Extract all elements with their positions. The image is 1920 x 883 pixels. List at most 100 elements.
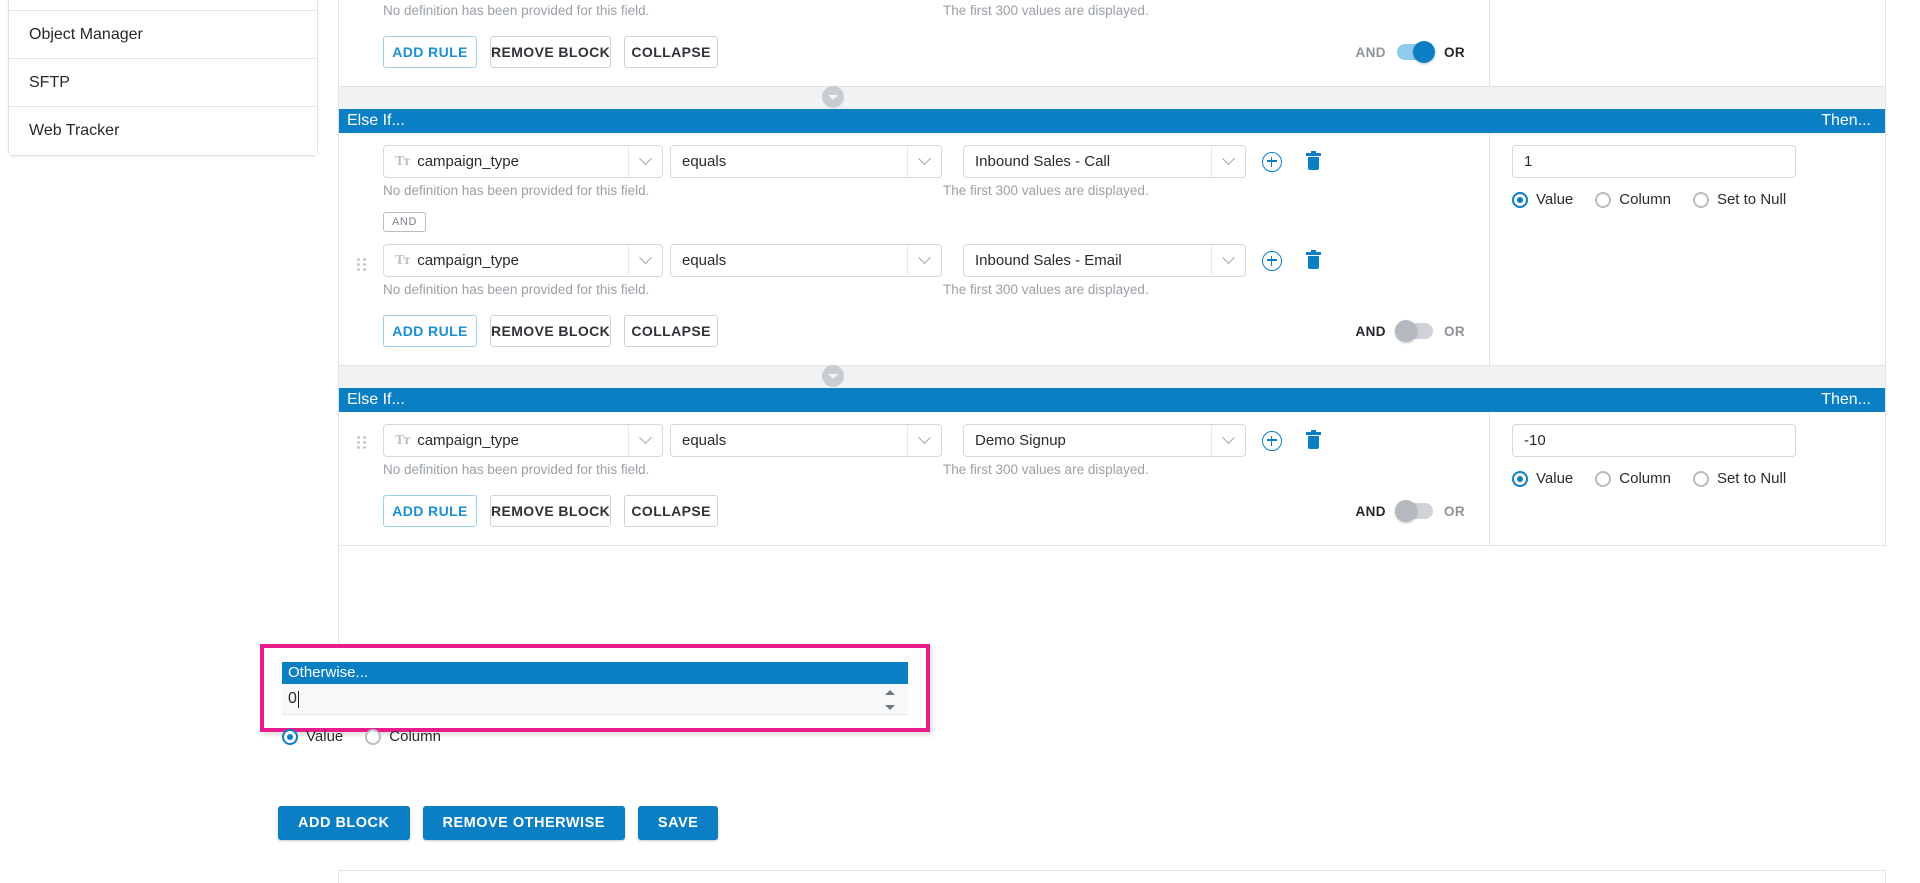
- add-rule-button[interactable]: ADD RULE: [383, 36, 477, 68]
- field-definition-hint: No definition has been provided for this…: [383, 462, 650, 477]
- field-select-value: campaign_type: [417, 252, 519, 269]
- then-value-input[interactable]: 1: [1512, 145, 1796, 178]
- chevron-down-icon[interactable]: [628, 245, 662, 276]
- add-block-button[interactable]: ADD BLOCK: [278, 806, 410, 840]
- sidebar-item-label: Web Tracker: [29, 122, 120, 139]
- chevron-down-icon[interactable]: [628, 425, 662, 456]
- delete-condition-button[interactable]: [1298, 150, 1321, 170]
- remove-block-button[interactable]: REMOVE BLOCK: [490, 36, 612, 68]
- radio-label: Value: [1536, 191, 1574, 208]
- rule-block-else-if-2: Else If... Then... Tᴛ campaign_type equa…: [338, 388, 1886, 546]
- toggle-and-label: AND: [1355, 503, 1386, 519]
- radio-option-column[interactable]: Column: [365, 728, 441, 745]
- otherwise-value-input[interactable]: 0: [282, 684, 908, 715]
- value-select[interactable]: Demo Signup: [963, 424, 1246, 457]
- else-if-label: Else If...: [347, 391, 405, 408]
- sidebar-item-object-manager[interactable]: Object Manager: [9, 11, 317, 59]
- chevron-down-icon[interactable]: [907, 425, 941, 456]
- radio-icon: [1512, 470, 1528, 487]
- operator-select[interactable]: equals: [670, 244, 942, 277]
- condition-column: No definition has been provided for this…: [339, 0, 1490, 86]
- sidebar-nav: Object Manager SFTP Web Tracker: [8, 0, 318, 156]
- remove-block-button[interactable]: REMOVE BLOCK: [490, 495, 612, 527]
- then-column: -10 Value Column Set to Null: [1490, 412, 1885, 545]
- radio-option-value[interactable]: Value: [282, 728, 343, 745]
- then-value-text: -10: [1524, 432, 1546, 449]
- rule-builder-panel: No definition has been provided for this…: [338, 0, 1886, 546]
- and-or-toggle[interactable]: [1394, 500, 1433, 522]
- add-condition-button[interactable]: [1262, 250, 1282, 271]
- chevron-down-icon[interactable]: [822, 365, 844, 387]
- text-type-icon: Tᴛ: [395, 153, 410, 169]
- sidebar-item-sftp[interactable]: SFTP: [9, 59, 317, 107]
- add-condition-button[interactable]: [1262, 430, 1282, 451]
- remove-block-button[interactable]: REMOVE BLOCK: [490, 315, 612, 347]
- condition-column: Tᴛ campaign_type equals Demo Signup No d…: [339, 412, 1490, 545]
- block-button-row: ADD RULE REMOVE BLOCK COLLAPSE AND OR: [339, 18, 1489, 86]
- then-mode-radio-group: Value Column Set to Null: [1512, 191, 1885, 208]
- collapse-button[interactable]: COLLAPSE: [624, 495, 719, 527]
- collapse-button[interactable]: COLLAPSE: [624, 315, 719, 347]
- save-button[interactable]: SAVE: [637, 806, 719, 840]
- plus-circle-icon: [1262, 430, 1282, 451]
- toggle-and-label: AND: [1355, 44, 1386, 60]
- drag-handle-icon[interactable]: [357, 436, 366, 450]
- and-badge[interactable]: AND: [383, 212, 427, 232]
- radio-label: Column: [389, 728, 441, 745]
- then-label: Then...: [1821, 391, 1871, 408]
- inter-rule-operator: AND: [339, 212, 1489, 232]
- add-condition-button[interactable]: [1262, 151, 1282, 172]
- add-rule-button[interactable]: ADD RULE: [383, 495, 477, 527]
- radio-option-set-to-null[interactable]: Set to Null: [1692, 470, 1787, 487]
- chevron-down-icon[interactable]: [1211, 245, 1245, 276]
- radio-option-value[interactable]: Value: [1512, 191, 1573, 208]
- field-select[interactable]: Tᴛ campaign_type: [383, 145, 663, 178]
- field-select[interactable]: Tᴛ campaign_type: [383, 244, 663, 277]
- chevron-down-icon[interactable]: [907, 146, 941, 177]
- remove-otherwise-button[interactable]: REMOVE OTHERWISE: [422, 806, 625, 840]
- then-value-input[interactable]: -10: [1512, 424, 1796, 457]
- operator-select[interactable]: equals: [670, 424, 942, 457]
- sidebar-item-web-tracker[interactable]: Web Tracker: [9, 107, 317, 155]
- then-column: 1 Value Column Set to Null: [1490, 133, 1885, 365]
- and-or-toggle[interactable]: [1394, 320, 1433, 342]
- delete-condition-button[interactable]: [1298, 249, 1321, 269]
- radio-option-value[interactable]: Value: [1512, 470, 1573, 487]
- field-select[interactable]: Tᴛ campaign_type: [383, 424, 663, 457]
- radio-option-column[interactable]: Column: [1595, 191, 1671, 208]
- value-select-value: Inbound Sales - Email: [975, 252, 1122, 269]
- otherwise-highlight-border: Otherwise... 0 Value Column: [260, 644, 930, 745]
- chevron-down-icon[interactable]: [1211, 425, 1245, 456]
- add-rule-button[interactable]: ADD RULE: [383, 315, 477, 347]
- field-definition-hint: No definition has been provided for this…: [383, 282, 650, 297]
- value-select[interactable]: Inbound Sales - Email: [963, 244, 1246, 277]
- value-select[interactable]: Inbound Sales - Call: [963, 145, 1246, 178]
- rule-hints: No definition has been provided for this…: [339, 282, 1489, 297]
- then-value-text: 1: [1524, 153, 1533, 170]
- chevron-down-icon[interactable]: [1211, 146, 1245, 177]
- sidebar-item-blank[interactable]: [9, 0, 317, 11]
- value-select-value: Demo Signup: [975, 432, 1066, 449]
- chevron-down-icon[interactable]: [907, 245, 941, 276]
- toggle-or-label: OR: [1443, 44, 1465, 60]
- value-count-hint: The first 300 values are displayed.: [943, 183, 1149, 198]
- otherwise-value-text: 0: [288, 690, 297, 707]
- and-or-toggle[interactable]: [1396, 41, 1435, 63]
- operator-select[interactable]: equals: [670, 145, 942, 178]
- chevron-down-icon[interactable]: [628, 146, 662, 177]
- operator-select-value: equals: [682, 252, 727, 269]
- drag-handle-icon[interactable]: [357, 258, 366, 272]
- collapse-button[interactable]: COLLAPSE: [624, 36, 719, 68]
- radio-label: Set to Null: [1716, 470, 1787, 487]
- operator-select-value: equals: [682, 153, 727, 170]
- trash-icon: [1306, 249, 1321, 269]
- radio-option-set-to-null[interactable]: Set to Null: [1692, 191, 1786, 208]
- delete-condition-button[interactable]: [1298, 429, 1321, 449]
- number-stepper[interactable]: [885, 690, 896, 710]
- then-mode-radio-group: Value Column Set to Null: [1512, 470, 1885, 487]
- radio-option-column[interactable]: Column: [1595, 470, 1671, 487]
- radio-icon: [282, 728, 298, 745]
- trash-icon: [1306, 150, 1321, 170]
- sidebar-item-label: Object Manager: [29, 26, 143, 43]
- chevron-down-icon[interactable]: [822, 86, 844, 108]
